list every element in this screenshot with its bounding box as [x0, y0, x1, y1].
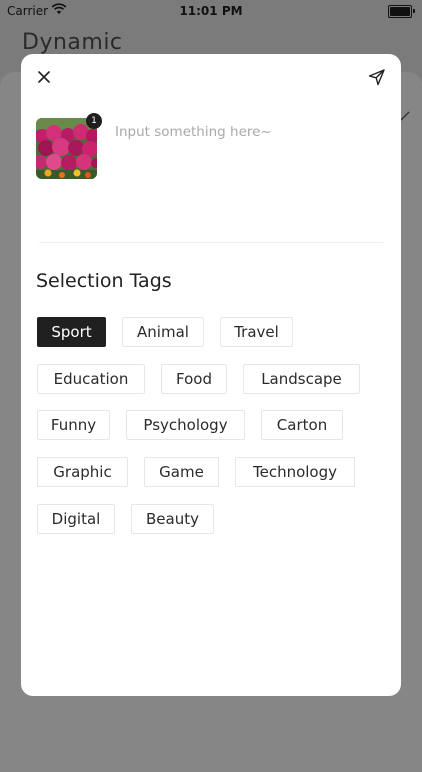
attached-image[interactable]: 1 — [36, 113, 102, 179]
tag-beauty[interactable]: Beauty — [131, 504, 214, 534]
tag-landscape[interactable]: Landscape — [243, 364, 360, 394]
tag-carton[interactable]: Carton — [261, 410, 343, 440]
close-icon — [35, 71, 53, 90]
tag-funny[interactable]: Funny — [37, 410, 110, 440]
tag-animal[interactable]: Animal — [122, 317, 204, 347]
edit-icon — [400, 106, 410, 125]
send-icon — [367, 69, 387, 91]
tag-sport[interactable]: Sport — [37, 317, 106, 347]
flower-photo — [36, 118, 97, 179]
status-bar: Carrier 11:01 PM — [0, 0, 422, 22]
divider — [39, 242, 383, 243]
post-modal: 1 Input something here~ Selection Tags S… — [21, 54, 401, 696]
tag-psychology[interactable]: Psychology — [126, 410, 245, 440]
tag-game[interactable]: Game — [144, 457, 219, 487]
page-title: Dynamic — [22, 30, 123, 55]
tag-graphic[interactable]: Graphic — [37, 457, 128, 487]
close-button[interactable] — [35, 68, 53, 86]
clock: 11:01 PM — [179, 4, 243, 18]
tag-technology[interactable]: Technology — [235, 457, 355, 487]
section-title: Selection Tags — [36, 270, 172, 292]
send-button[interactable] — [367, 67, 387, 87]
tag-travel[interactable]: Travel — [220, 317, 293, 347]
image-count-badge: 1 — [86, 113, 102, 129]
post-text-input[interactable]: Input something here~ — [115, 124, 272, 140]
tag-education[interactable]: Education — [37, 364, 145, 394]
battery-icon — [388, 5, 415, 18]
tag-digital[interactable]: Digital — [37, 504, 115, 534]
tag-food[interactable]: Food — [161, 364, 227, 394]
